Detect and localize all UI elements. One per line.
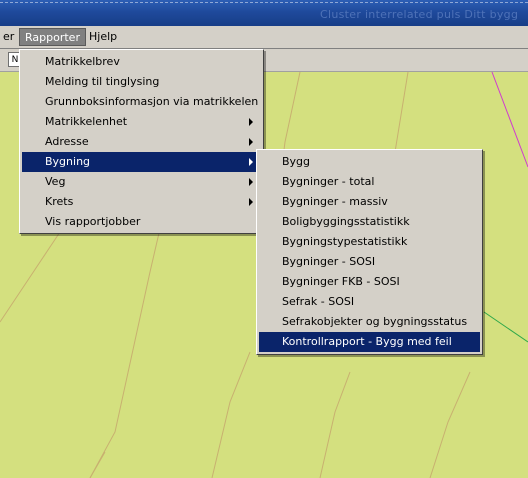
submenu-item-bygninger-fkb-sosi[interactable]: Bygninger FKB - SOSI <box>259 272 480 292</box>
menu-item-label: Bygning <box>45 155 91 168</box>
menu-item-label: Bygninger - total <box>282 175 375 188</box>
menu-item-adresse[interactable]: Adresse <box>22 132 261 152</box>
menu-bar: er Rapporter Hjelp <box>0 26 528 49</box>
submenu-arrow-icon <box>249 118 253 126</box>
submenu-item-bygninger-total[interactable]: Bygninger - total <box>259 172 480 192</box>
submenu-item-bygninger-massiv[interactable]: Bygninger - massiv <box>259 192 480 212</box>
menu-item-label: Matrikkelbrev <box>45 55 120 68</box>
menu-item-melding-til-tinglysing[interactable]: Melding til tinglysing <box>22 72 261 92</box>
menu-item-rapporter[interactable]: Rapporter <box>19 28 86 46</box>
menu-item-krets[interactable]: Krets <box>22 192 261 212</box>
submenu-item-kontrollrapport[interactable]: Kontrollrapport - Bygg med feil <box>259 332 480 352</box>
menu-item-label: Veg <box>45 175 66 188</box>
window-titlebar: Cluster interrelated puls Ditt bygg <box>0 0 528 26</box>
rapporter-dropdown-menu: Matrikkelbrev Melding til tinglysing Gru… <box>19 49 264 234</box>
menu-item-label: Melding til tinglysing <box>45 75 160 88</box>
menu-item-matrikkelenhet[interactable]: Matrikkelenhet <box>22 112 261 132</box>
menu-item-label: Kontrollrapport - Bygg med feil <box>282 335 452 348</box>
menu-item-label: Adresse <box>45 135 89 148</box>
submenu-item-sefrak-sosi[interactable]: Sefrak - SOSI <box>259 292 480 312</box>
submenu-item-boligbyggingsstatistikk[interactable]: Boligbyggingsstatistikk <box>259 212 480 232</box>
submenu-arrow-icon <box>249 198 253 206</box>
menu-item-hjelp[interactable]: Hjelp <box>84 28 122 46</box>
titlebar-ghost-text: Cluster interrelated puls Ditt bygg <box>320 8 519 21</box>
menu-item-vis-rapportjobber[interactable]: Vis rapportjobber <box>22 212 261 232</box>
menu-item-matrikkelbrev[interactable]: Matrikkelbrev <box>22 52 261 72</box>
menu-item-label: Krets <box>45 195 74 208</box>
menu-item-label: Bygninger - SOSI <box>282 255 376 268</box>
menu-item-label: Bygningstypestatistikk <box>282 235 408 248</box>
menu-item-previous[interactable]: er <box>0 28 19 46</box>
menu-item-label: Vis rapportjobber <box>45 215 141 228</box>
menu-item-veg[interactable]: Veg <box>22 172 261 192</box>
titlebar-dashed-line <box>0 2 528 3</box>
menu-item-label: Sefrakobjekter og bygningsstatus <box>282 315 468 328</box>
menu-item-label: Bygg <box>282 155 311 168</box>
submenu-item-bygg[interactable]: Bygg <box>259 152 480 172</box>
menu-item-grunnboksinformasjon[interactable]: Grunnboksinformasjon via matrikkelen <box>22 92 261 112</box>
menu-item-label: Matrikkelenhet <box>45 115 128 128</box>
menu-item-label: Boligbyggingsstatistikk <box>282 215 410 228</box>
menu-item-label: Grunnboksinformasjon via matrikkelen <box>45 95 259 108</box>
submenu-item-bygningstypestatistikk[interactable]: Bygningstypestatistikk <box>259 232 480 252</box>
submenu-arrow-icon <box>249 138 253 146</box>
submenu-item-sefrakobjekter[interactable]: Sefrakobjekter og bygningsstatus <box>259 312 480 332</box>
submenu-arrow-icon <box>249 158 253 166</box>
menu-item-label: Bygninger FKB - SOSI <box>282 275 400 288</box>
submenu-item-bygninger-sosi[interactable]: Bygninger - SOSI <box>259 252 480 272</box>
bygning-submenu: Bygg Bygninger - total Bygninger - massi… <box>256 149 483 355</box>
submenu-arrow-icon <box>249 178 253 186</box>
menu-item-bygning[interactable]: Bygning <box>22 152 261 172</box>
menu-item-label: Bygninger - massiv <box>282 195 388 208</box>
menu-item-label: Sefrak - SOSI <box>282 295 355 308</box>
